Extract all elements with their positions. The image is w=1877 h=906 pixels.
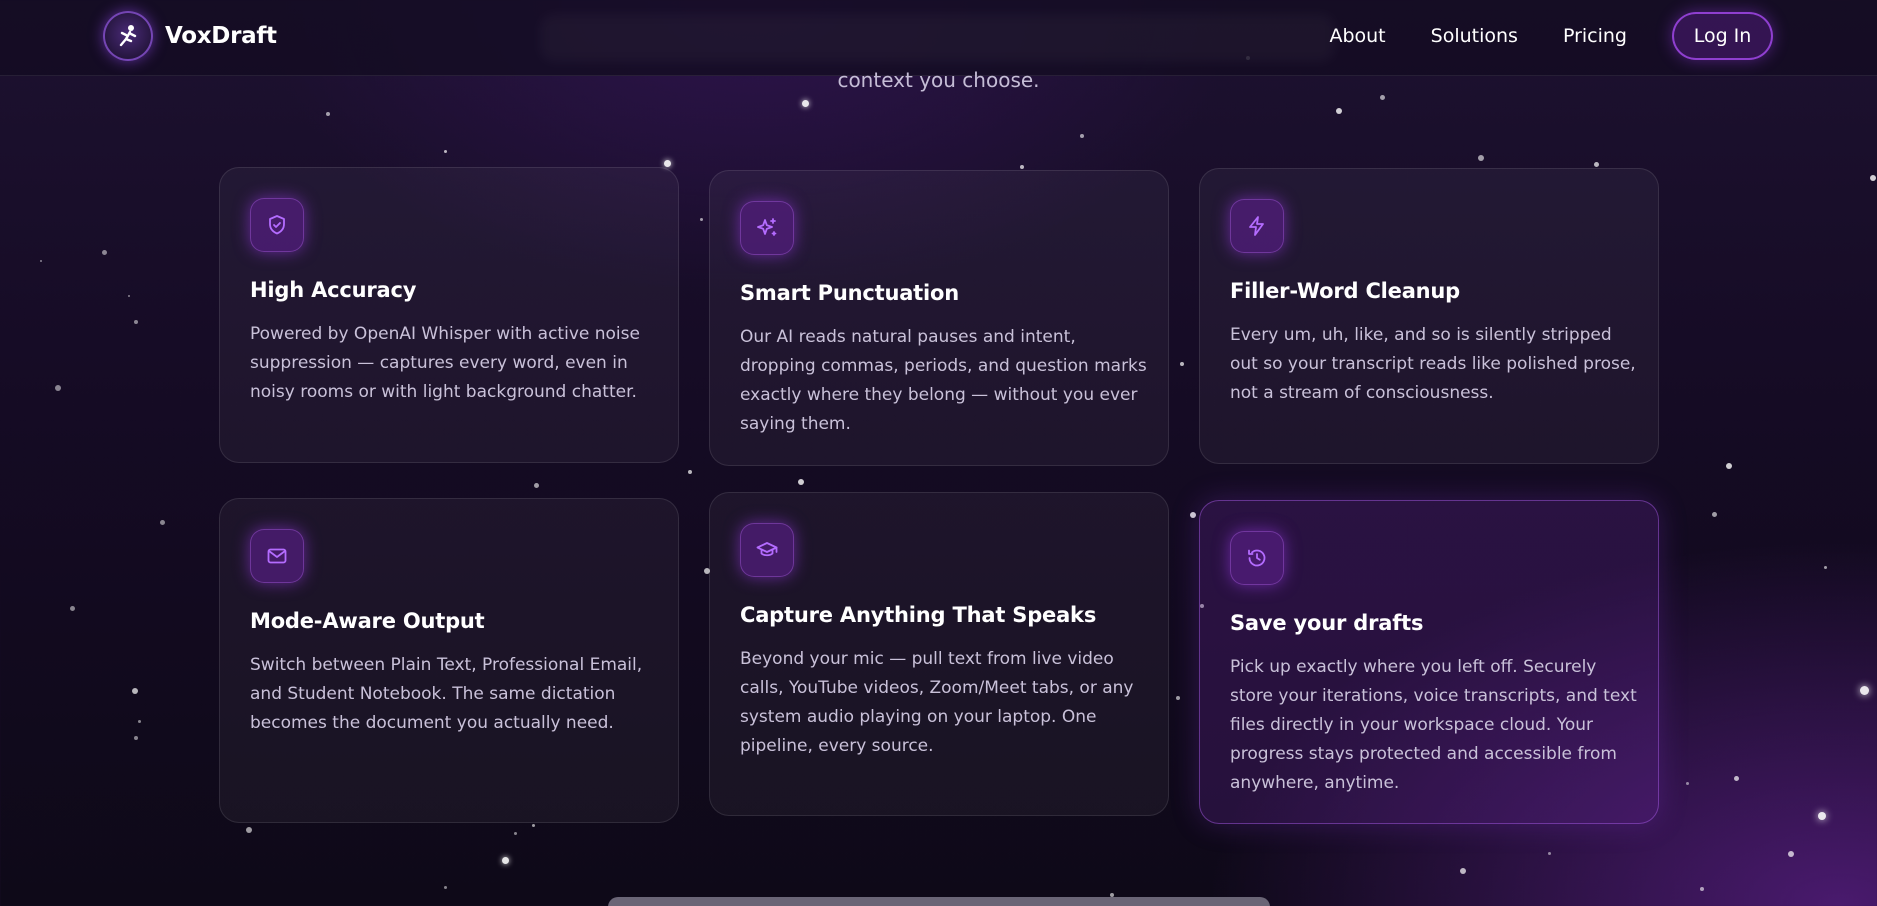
blurred-nav-area xyxy=(540,14,1335,62)
shield-check-icon xyxy=(250,198,304,252)
feature-description: Beyond your mic — pull text from live vi… xyxy=(740,649,1134,756)
sparkles-icon xyxy=(740,201,794,255)
feature-description: Powered by OpenAI Whisper with active no… xyxy=(250,324,640,402)
top-navbar: VoxDraft About Solutions Pricing Log In xyxy=(0,0,1877,76)
brand-name: VoxDraft xyxy=(165,23,277,49)
nav-link-about[interactable]: About xyxy=(1329,25,1385,47)
feature-card-capture-anything: Capture Anything That Speaks Beyond your… xyxy=(709,492,1169,816)
feature-title: Capture Anything That Speaks xyxy=(740,603,1097,627)
graduation-cap-icon xyxy=(740,523,794,577)
logo-icon xyxy=(103,11,153,61)
feature-description: Every um, uh, like, and so is silently s… xyxy=(1230,325,1636,403)
feature-description: Our AI reads natural pauses and intent, … xyxy=(740,327,1147,434)
hero-subtitle-tail: context you choose. xyxy=(837,68,1040,92)
nav-links: About Solutions Pricing Log In xyxy=(1329,12,1773,60)
feature-card-filler-word-cleanup: Filler-Word Cleanup Every um, uh, like, … xyxy=(1199,168,1659,464)
feature-card-save-drafts: Save your drafts Pick up exactly where y… xyxy=(1199,500,1659,824)
feature-card-high-accuracy: High Accuracy Powered by OpenAI Whisper … xyxy=(219,167,679,463)
feature-title: Mode-Aware Output xyxy=(250,609,485,633)
brand[interactable]: VoxDraft xyxy=(103,11,277,61)
feature-description: Switch between Plain Text, Professional … xyxy=(250,655,643,733)
feature-title: Filler-Word Cleanup xyxy=(1230,279,1461,303)
history-icon xyxy=(1230,531,1284,585)
login-button[interactable]: Log In xyxy=(1672,12,1773,60)
mail-icon xyxy=(250,529,304,583)
lightning-icon xyxy=(1230,199,1284,253)
feature-description: Pick up exactly where you left off. Secu… xyxy=(1230,657,1637,793)
feature-card-mode-aware-output: Mode-Aware Output Switch between Plain T… xyxy=(219,498,679,823)
nav-link-solutions[interactable]: Solutions xyxy=(1431,25,1518,47)
next-section-edge xyxy=(608,897,1270,906)
feature-title: Save your drafts xyxy=(1230,611,1424,635)
feature-title: High Accuracy xyxy=(250,278,417,302)
feature-title: Smart Punctuation xyxy=(740,281,959,305)
feature-card-smart-punctuation: Smart Punctuation Our AI reads natural p… xyxy=(709,170,1169,466)
nav-link-pricing[interactable]: Pricing xyxy=(1563,25,1627,47)
